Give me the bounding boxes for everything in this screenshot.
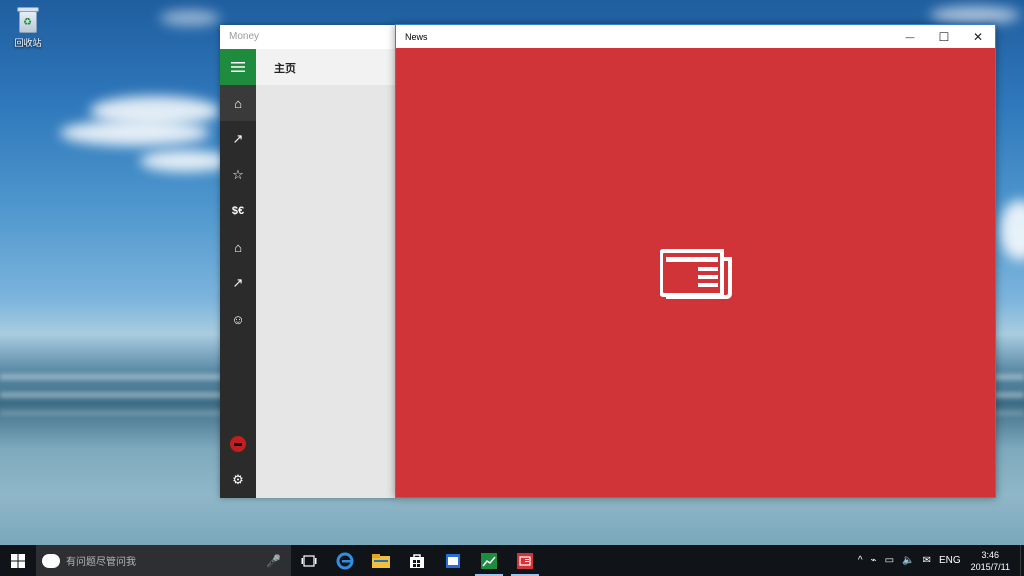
windows-logo-icon [11, 553, 25, 568]
cloud [1000, 200, 1024, 260]
account-button[interactable] [220, 426, 256, 462]
news-app-icon [517, 552, 533, 569]
store-button[interactable] [399, 545, 435, 576]
clock-date: 2015/7/11 [970, 561, 1010, 572]
show-desktop-button[interactable] [1020, 545, 1024, 576]
cloud [930, 6, 1020, 24]
settings-button[interactable]: ⚙ [220, 462, 256, 498]
edge-icon [336, 552, 354, 569]
money-nav-rail: ⌂ ↗ ☆ $€ ⌂ ↗ ☺ ⚙ [220, 49, 256, 498]
file-explorer-button[interactable] [363, 545, 399, 576]
recycle-bin-icon: ♻ [16, 6, 40, 34]
clock-time: 3:46 [981, 549, 1000, 560]
task-view-icon [301, 554, 317, 567]
taskbar: 有问题尽管问我 🎤 ^ ⌁ ▭ 🔈 ✉ ENG 3:46 2015/7/11 [0, 545, 1024, 576]
close-button[interactable]: ✕ [961, 25, 995, 48]
recycle-bin-label: 回收站 [14, 38, 42, 48]
cloud [140, 150, 230, 172]
money-window[interactable]: Money ⌂ ↗ ☆ $€ ⌂ ↗ ☺ ⚙ 主页 [220, 25, 396, 498]
hamburger-menu-button[interactable] [220, 49, 256, 85]
watchlist-icon: ☆ [232, 167, 244, 182]
minimize-icon: — [905, 31, 915, 42]
task-view-button[interactable] [291, 545, 327, 576]
plug-icon[interactable]: ⌁ [867, 555, 881, 566]
nav-watchlist[interactable]: ☆ [220, 157, 256, 193]
news-title: News [405, 31, 428, 42]
news-logo-icon [660, 249, 732, 299]
maximize-icon: ☐ [938, 29, 950, 44]
cortana-search-box[interactable]: 有问题尽管问我 🎤 [36, 545, 291, 576]
minimize-button[interactable]: — [893, 25, 927, 48]
nav-mortgage[interactable]: ⌂ [220, 229, 256, 265]
trend-icon: ↗ [232, 131, 244, 146]
news-window[interactable]: News — ☐ ✕ [395, 24, 996, 498]
cloud [60, 120, 210, 146]
close-icon: ✕ [972, 29, 984, 44]
home-icon: ⌂ [234, 95, 242, 111]
maximize-button[interactable]: ☐ [927, 25, 961, 48]
money-title: Money [220, 25, 396, 49]
app-taskbar-button[interactable] [435, 545, 471, 576]
language-indicator[interactable]: ENG [935, 555, 965, 566]
recycle-bin-shortcut[interactable]: ♻ 回收站 [8, 6, 48, 49]
edge-taskbar-button[interactable] [327, 545, 363, 576]
clock[interactable]: 3:46 2015/7/11 [965, 549, 1016, 573]
nav-feedback[interactable]: ☺ [220, 301, 256, 337]
folder-icon [372, 553, 390, 568]
account-avatar-icon [230, 436, 246, 452]
nav-markets[interactable]: ↗ [220, 121, 256, 157]
volume-icon[interactable]: 🔈 [898, 555, 918, 566]
app-window-icon [446, 553, 460, 568]
chevron-up-icon[interactable]: ^ [854, 555, 867, 566]
mortgage-icon: ⌂ [234, 239, 242, 255]
news-titlebar[interactable]: News — ☐ ✕ [396, 25, 995, 48]
gear-icon: ⚙ [232, 472, 244, 487]
search-placeholder: 有问题尽管问我 [66, 557, 136, 568]
currency-icon: $€ [231, 205, 245, 217]
cloud [160, 10, 220, 26]
store-icon [410, 553, 424, 568]
news-taskbar-button[interactable] [507, 545, 543, 576]
cortana-icon [42, 553, 60, 568]
system-tray: ^ ⌁ ▭ 🔈 ✉ ENG 3:46 2015/7/11 [854, 545, 1024, 576]
feedback-icon: ☺ [231, 311, 245, 327]
message-icon[interactable]: ✉ [919, 555, 935, 566]
hamburger-icon [231, 62, 245, 72]
nav-retirement[interactable]: ↗ [220, 265, 256, 301]
money-app-icon [481, 552, 497, 569]
page-title: 主页 [256, 49, 396, 85]
nav-home[interactable]: ⌂ [220, 85, 256, 121]
network-icon[interactable]: ▭ [881, 555, 898, 566]
start-button[interactable] [0, 545, 36, 576]
money-taskbar-button[interactable] [471, 545, 507, 576]
nav-currency[interactable]: $€ [220, 193, 256, 229]
microphone-icon[interactable]: 🎤 [266, 554, 291, 568]
retirement-icon: ↗ [232, 275, 244, 290]
